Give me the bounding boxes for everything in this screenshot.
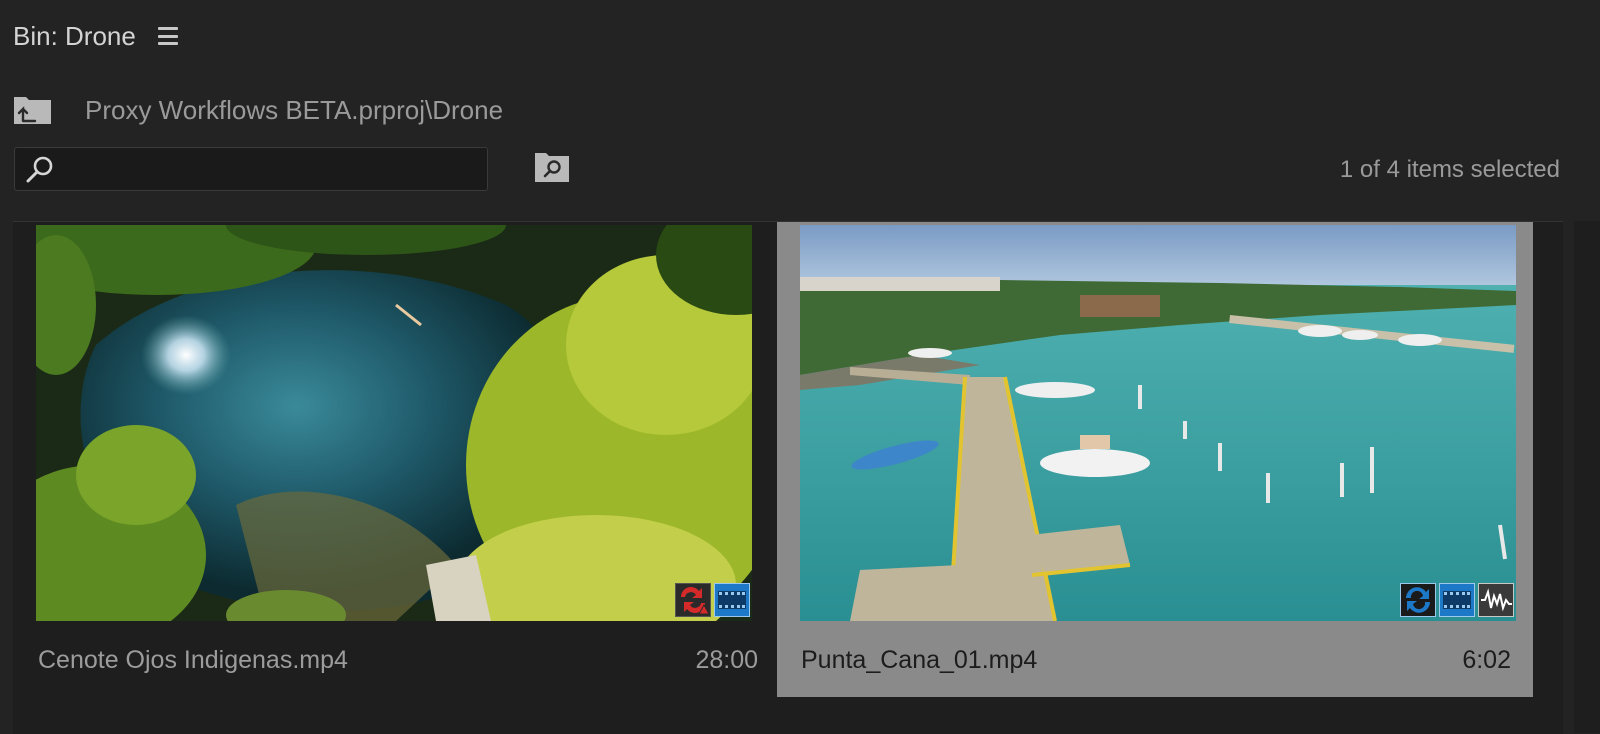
project-bin-panel: Bin: Drone Proxy Workflows BETA.prproj\D… xyxy=(0,0,1600,734)
aerial-marina-image xyxy=(800,225,1516,621)
video-icon xyxy=(714,583,750,617)
clip-badges xyxy=(1400,583,1514,617)
clip-name: Punta_Cana_01.mp4 xyxy=(801,646,1038,674)
search-field[interactable] xyxy=(14,147,488,191)
audio-icon xyxy=(1478,583,1514,617)
search-input[interactable] xyxy=(61,152,479,188)
parent-folder-icon[interactable] xyxy=(13,94,53,126)
search-icon xyxy=(26,156,53,183)
selection-status: 1 of 4 items selected xyxy=(1339,156,1560,183)
proxy-error-icon xyxy=(675,583,711,617)
breadcrumb: Proxy Workflows BETA.prproj\Drone xyxy=(13,90,503,130)
thumbnail-grid[interactable]: Cenote Ojos Indigenas.mp4 28:00 Punta_Ca… xyxy=(13,221,1563,734)
find-in-bin-icon[interactable] xyxy=(534,150,570,184)
clip-badges xyxy=(675,583,750,617)
bin-header: Bin: Drone xyxy=(13,18,178,54)
grid-scrollbar[interactable] xyxy=(1574,221,1600,733)
panel-menu-icon[interactable] xyxy=(157,27,178,45)
clip-name: Cenote Ojos Indigenas.mp4 xyxy=(38,646,348,674)
clip-duration: 6:02 xyxy=(1462,646,1511,674)
clip-duration: 28:00 xyxy=(695,646,758,674)
aerial-cenote-image xyxy=(36,225,752,621)
proxy-attached-icon xyxy=(1400,583,1436,617)
clip-tile-cenote[interactable]: Cenote Ojos Indigenas.mp4 28:00 xyxy=(23,222,763,697)
clip-thumbnail[interactable] xyxy=(800,225,1516,621)
clip-tile-punta-cana[interactable]: Punta_Cana_01.mp4 6:02 xyxy=(777,222,1533,697)
video-icon xyxy=(1439,583,1475,617)
bin-title: Bin: Drone xyxy=(13,20,136,51)
bin-path: Proxy Workflows BETA.prproj\Drone xyxy=(85,94,504,125)
clip-thumbnail[interactable] xyxy=(36,225,752,621)
